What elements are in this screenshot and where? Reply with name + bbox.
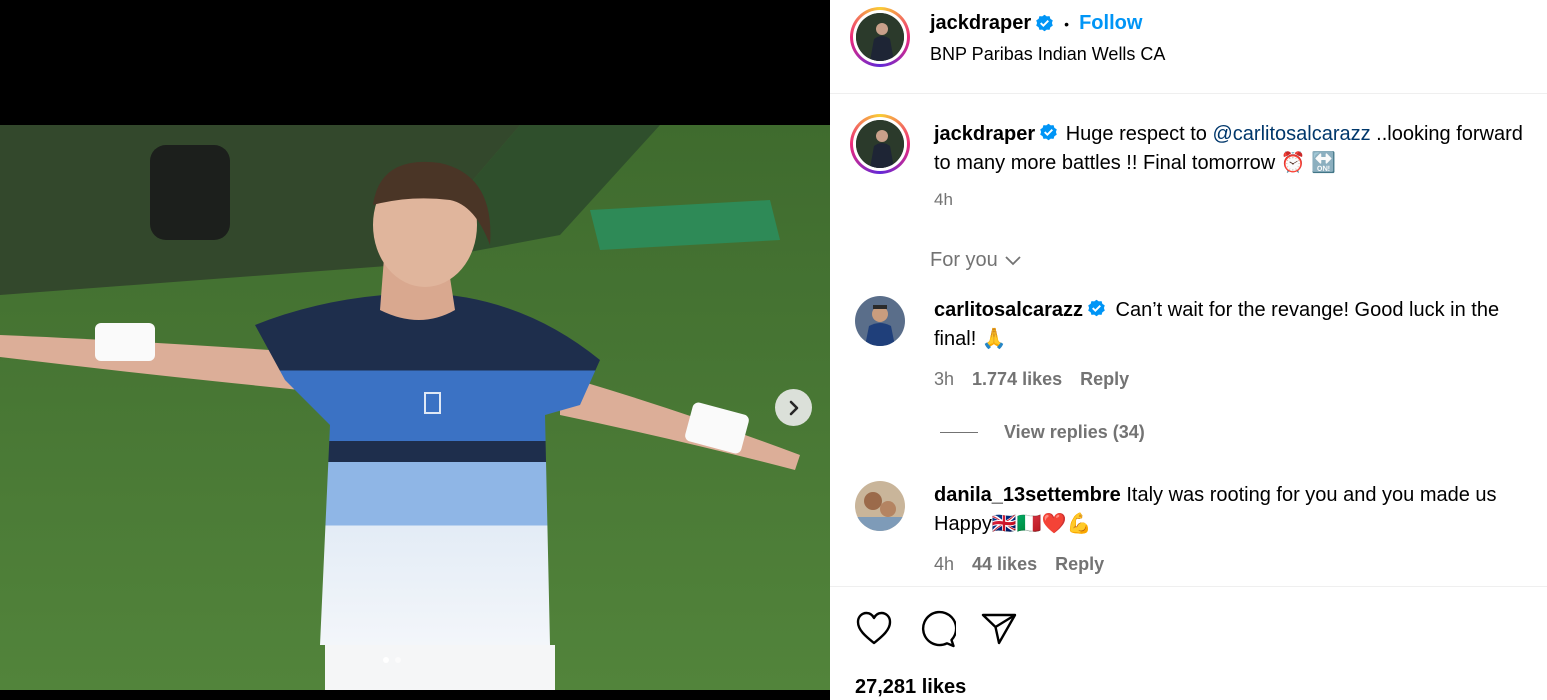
tennis-player-photo xyxy=(0,125,830,690)
verified-badge-icon xyxy=(1088,299,1105,317)
post-photo xyxy=(0,125,830,690)
comment: carlitosalcarazz Can’t wait for the reva… xyxy=(934,296,1544,354)
divider xyxy=(830,586,1547,587)
reply-button[interactable]: Reply xyxy=(1055,554,1104,575)
verified-badge-icon xyxy=(1040,123,1057,141)
comment-time[interactable]: 4h xyxy=(934,554,954,575)
verified-badge-icon xyxy=(1036,14,1053,32)
share-button[interactable] xyxy=(980,611,1018,652)
view-replies-button[interactable]: View replies (34) xyxy=(940,422,1145,443)
comment-likes[interactable]: 44 likes xyxy=(972,554,1037,575)
carousel-dot xyxy=(395,657,401,663)
caption-text-start: Huge respect to xyxy=(1065,123,1213,145)
reply-button[interactable]: Reply xyxy=(1080,369,1129,390)
comment-time[interactable]: 3h xyxy=(934,369,954,390)
caption: jackdraper Huge respect to @carlitosalca… xyxy=(934,120,1534,178)
follow-button[interactable]: Follow xyxy=(1079,12,1142,35)
author-avatar[interactable] xyxy=(850,7,910,67)
like-button[interactable] xyxy=(855,610,893,651)
carousel-indicator xyxy=(383,657,401,663)
post-media[interactable] xyxy=(0,0,830,700)
comment-likes[interactable]: 1.774 likes xyxy=(972,369,1062,390)
likes-count[interactable]: 27,281 likes xyxy=(855,676,966,699)
commenter-avatar[interactable] xyxy=(855,296,905,346)
send-icon xyxy=(981,613,1017,645)
comment: danila_13settembre Italy was rooting for… xyxy=(934,481,1544,539)
comment-username[interactable]: carlitosalcarazz xyxy=(934,299,1083,321)
chevron-down-icon xyxy=(1005,255,1021,265)
post-header: jackdraper • Follow xyxy=(930,12,1142,35)
post-location[interactable]: BNP Paribas Indian Wells CA xyxy=(930,44,1165,65)
carousel-dot xyxy=(383,657,389,663)
caption-username[interactable]: jackdraper xyxy=(934,123,1035,145)
comment-sort-dropdown[interactable]: For you xyxy=(930,249,1022,272)
chevron-right-icon xyxy=(789,400,798,415)
author-username[interactable]: jackdraper xyxy=(930,12,1031,35)
caption-author-avatar[interactable] xyxy=(850,114,910,174)
comment-icon xyxy=(921,610,958,648)
heart-icon xyxy=(856,611,892,645)
view-replies-label: View replies (34) xyxy=(1004,422,1145,442)
comment-button[interactable] xyxy=(918,610,958,653)
divider xyxy=(830,93,1547,94)
dot-separator: • xyxy=(1064,15,1070,32)
next-media-button[interactable] xyxy=(775,389,812,426)
replies-line xyxy=(940,432,978,433)
caption-time[interactable]: 4h xyxy=(934,190,953,210)
commenter-avatar[interactable] xyxy=(855,481,905,531)
comment-meta: 3h 1.774 likes Reply xyxy=(934,369,1129,390)
mention-link[interactable]: @carlitosalcarazz xyxy=(1212,123,1370,145)
comment-meta: 4h 44 likes Reply xyxy=(934,554,1104,575)
post-sidebar: jackdraper • Follow BNP Paribas Indian W… xyxy=(830,0,1547,700)
sort-label: For you xyxy=(930,249,998,271)
comment-username[interactable]: danila_13settembre xyxy=(934,484,1121,506)
